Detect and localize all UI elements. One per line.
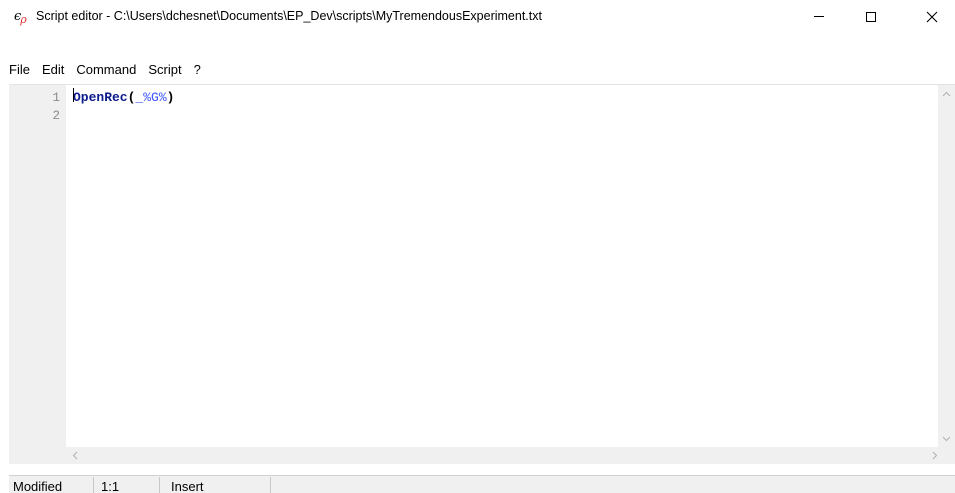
menu-bar: File Edit Command Script ? <box>0 58 955 82</box>
close-icon <box>926 11 938 22</box>
window-title: Script editor - C:\Users\dchesnet\Docume… <box>36 9 542 23</box>
line-number: 1 <box>52 91 60 105</box>
status-modified: Modified <box>9 477 94 493</box>
menu-help[interactable]: ? <box>188 59 207 81</box>
paren-close-token: ) <box>166 90 175 105</box>
function-token: OpenRec <box>73 90 128 105</box>
code-text-area[interactable]: OpenRec(_%G%) <box>66 85 943 447</box>
text-caret <box>73 88 74 102</box>
horizontal-scrollbar[interactable] <box>66 447 943 464</box>
app-icon-subglyph: ρ <box>20 13 27 26</box>
variable-token: _%G% <box>135 90 167 105</box>
menu-command[interactable]: Command <box>70 59 142 81</box>
scroll-down-arrow-icon[interactable] <box>938 430 955 447</box>
status-bar: Modified 1:1 Insert <box>9 475 955 493</box>
minimize-button[interactable] <box>796 0 842 33</box>
code-line-1[interactable]: OpenRec(_%G%) <box>73 89 174 106</box>
window-left-border <box>0 84 9 493</box>
status-cursor-position: 1:1 <box>94 477 160 493</box>
scroll-left-arrow-icon[interactable] <box>66 447 83 464</box>
line-number-gutter: 1 2 <box>9 85 66 447</box>
menu-script[interactable]: Script <box>142 59 187 81</box>
menu-file[interactable]: File <box>0 59 36 81</box>
title-bar[interactable]: ϵρ Script editor - C:\Users\dchesnet\Doc… <box>0 0 955 33</box>
code-editor[interactable]: 1 2 OpenRec(_%G%) <box>9 84 955 466</box>
app-icon: ϵρ <box>14 9 34 26</box>
maximize-icon <box>866 11 876 22</box>
close-button[interactable] <box>909 0 955 33</box>
line-number: 2 <box>52 109 60 123</box>
minimize-icon <box>814 16 824 17</box>
vertical-scrollbar[interactable] <box>938 85 955 447</box>
scroll-up-arrow-icon[interactable] <box>938 85 955 102</box>
scrollbar-gutter-corner <box>9 447 66 464</box>
scrollbar-corner <box>938 447 955 464</box>
status-insert-mode: Insert <box>160 477 271 493</box>
maximize-button[interactable] <box>848 0 894 33</box>
script-editor-window: ϵρ Script editor - C:\Users\dchesnet\Doc… <box>0 0 955 493</box>
menu-edit[interactable]: Edit <box>36 59 70 81</box>
